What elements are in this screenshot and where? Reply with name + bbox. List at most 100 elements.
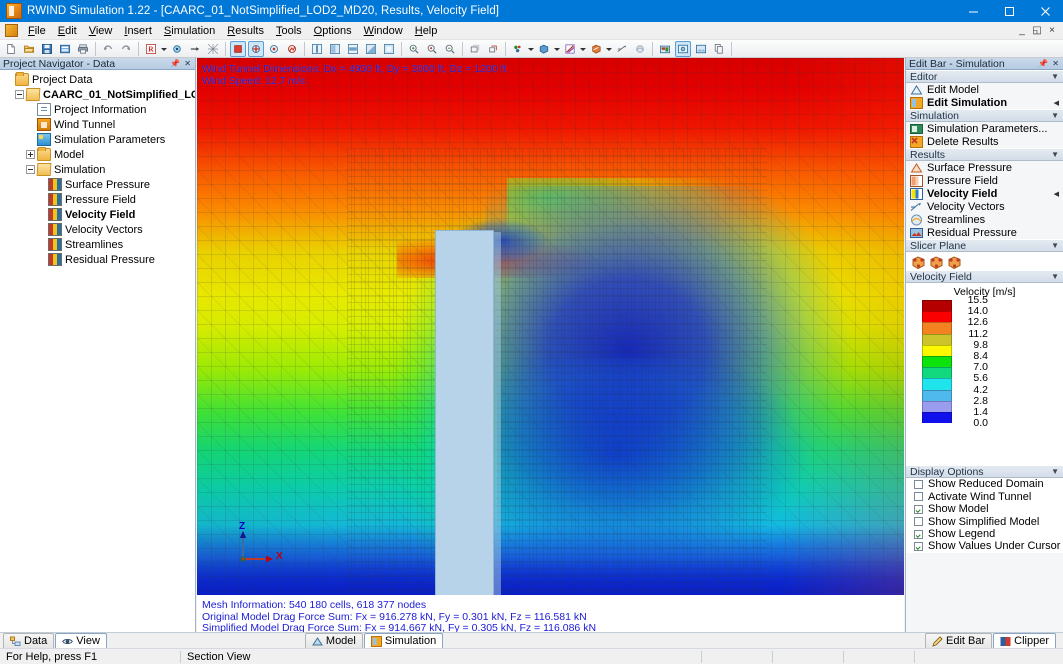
checkbox[interactable] [914,492,923,501]
simulation-run-icon[interactable] [248,41,264,57]
minimize-button[interactable] [955,0,991,22]
tree-item[interactable]: Streamlines [0,237,195,252]
edit-bar-item-residual-pressure[interactable]: Residual Pressure [906,226,1063,239]
zoom-out-icon[interactable] [442,41,458,57]
tree-item[interactable]: Surface Pressure [0,177,195,192]
group-header-slicer-plane[interactable]: Slicer Plane▼ [906,239,1063,252]
tree-item[interactable]: Simulation [0,162,195,177]
edit-bar-item-edit-model[interactable]: Edit Model [906,83,1063,96]
tree-item[interactable]: Project Data [0,72,195,87]
menu-results[interactable]: Results [221,23,270,39]
tab-edit-bar[interactable]: Edit Bar [925,633,992,648]
tree-item[interactable]: CAARC_01_NotSimplified_LOD2_MD20 [0,87,195,102]
stop-icon[interactable] [230,41,246,57]
menu-edit[interactable]: Edit [52,23,83,39]
chevron-left-icon[interactable]: ◀ [1054,99,1059,107]
group-header-editor[interactable]: Editor▼ [906,70,1063,83]
open-icon[interactable] [21,41,37,57]
render-shaded-icon[interactable] [363,41,379,57]
chevron-down-icon[interactable]: ▼ [1051,111,1059,120]
photo-icon[interactable] [675,41,691,57]
box-zoom-icon[interactable] [467,41,483,57]
navigator-pin-icon[interactable]: 📌 [169,59,181,68]
close-button[interactable] [1027,0,1063,22]
maximize-button[interactable] [991,0,1027,22]
vector-icon[interactable] [614,41,630,57]
display-option-show-model[interactable]: Show Model [906,503,1063,515]
new-icon[interactable] [3,41,19,57]
rwind-run-icon[interactable]: R [143,41,159,57]
colorscale-dropdown-icon[interactable] [579,41,586,57]
point-color-dropdown-icon[interactable] [527,41,534,57]
render-surface-icon[interactable] [345,41,361,57]
group-header-simulation[interactable]: Simulation▼ [906,109,1063,122]
chevron-down-icon[interactable]: ▼ [1051,72,1059,81]
edit-bar-item-simulation-parameters[interactable]: Simulation Parameters... [906,122,1063,135]
zoom-in-icon[interactable] [406,41,422,57]
pan-icon[interactable] [485,41,501,57]
tab-model[interactable]: Model [305,633,363,648]
edit-bar-item-velocity-field[interactable]: Velocity Field◀ [906,187,1063,200]
tree-item[interactable]: Model [0,147,195,162]
group-header-results[interactable]: Results▼ [906,148,1063,161]
edit-bar-item-edit-simulation[interactable]: Edit Simulation◀ [906,96,1063,109]
velocity-field-render[interactable]: Wind Tunnel Dimensions: Dx = 4950 ft, Dy… [197,58,904,595]
edit-bar-item-velocity-vectors[interactable]: Velocity Vectors [906,200,1063,213]
simulation-results-icon[interactable] [284,41,300,57]
cube-view-icon[interactable] [536,41,552,57]
checkbox[interactable] [914,517,923,526]
slicer-plane-z-icon[interactable] [946,254,961,269]
redo-icon[interactable] [118,41,134,57]
colorscale-icon[interactable] [562,41,578,57]
checkbox[interactable] [914,542,923,551]
tab-data[interactable]: Data [3,633,54,648]
slicer-plane-x-icon[interactable] [910,254,925,269]
menu-view[interactable]: View [83,23,119,39]
edit-bar-item-pressure-field[interactable]: Pressure Field [906,174,1063,187]
cube-view-dropdown-icon[interactable] [553,41,560,57]
menu-file[interactable]: File [22,23,52,39]
tab-view[interactable]: View [55,633,107,648]
building-model[interactable] [435,230,494,595]
tree-item[interactable]: Residual Pressure [0,252,195,267]
tree-item[interactable]: Velocity Field [0,207,195,222]
checkbox[interactable] [914,480,923,489]
streamline-icon[interactable] [632,41,648,57]
chevron-left-icon[interactable]: ◀ [1054,190,1059,198]
render-solid-icon[interactable] [309,41,325,57]
rwind-run-dropdown-icon[interactable] [160,41,167,57]
zoom-reset-icon[interactable] [424,41,440,57]
edit-bar-item-delete-results[interactable]: Delete Results [906,135,1063,148]
save-icon[interactable] [39,41,55,57]
tree-expand-icon[interactable] [26,150,35,159]
mdi-minimize-button[interactable]: _ [1015,24,1029,38]
wind-direction-icon[interactable] [187,41,203,57]
menu-options[interactable]: Options [308,23,358,39]
display-option-show-legend[interactable]: Show Legend [906,528,1063,540]
chevron-down-icon[interactable]: ▼ [1051,467,1059,476]
undo-icon[interactable] [100,41,116,57]
render-transparent-icon[interactable] [381,41,397,57]
checkbox[interactable] [914,530,923,539]
image-icon[interactable] [693,41,709,57]
tree-item[interactable]: Velocity Vectors [0,222,195,237]
tree-item[interactable]: Wind Tunnel [0,117,195,132]
navigator-close-icon[interactable]: ✕ [183,59,192,68]
point-color-icon[interactable] [510,41,526,57]
mdi-close-button[interactable]: × [1045,24,1059,38]
chevron-down-icon[interactable]: ▼ [1051,272,1059,281]
tree-item[interactable]: Project Information [0,102,195,117]
slicer-icon[interactable] [588,41,604,57]
snapshot-icon[interactable] [657,41,673,57]
checkbox[interactable] [914,505,923,514]
slicer-plane-y-icon[interactable] [928,254,943,269]
simulation-settings-icon[interactable] [266,41,282,57]
tab-clipper[interactable]: Clipper [993,633,1056,648]
menu-window[interactable]: Window [358,23,409,39]
mdi-restore-button[interactable]: ◱ [1030,24,1044,38]
group-header-display-options[interactable]: Display Options▼ [906,465,1063,478]
edit-bar-item-streamlines[interactable]: Streamlines [906,213,1063,226]
tree-collapse-icon[interactable] [26,165,35,174]
tree-item[interactable]: Pressure Field [0,192,195,207]
navigator-tree[interactable]: Project DataCAARC_01_NotSimplified_LOD2_… [0,70,195,632]
